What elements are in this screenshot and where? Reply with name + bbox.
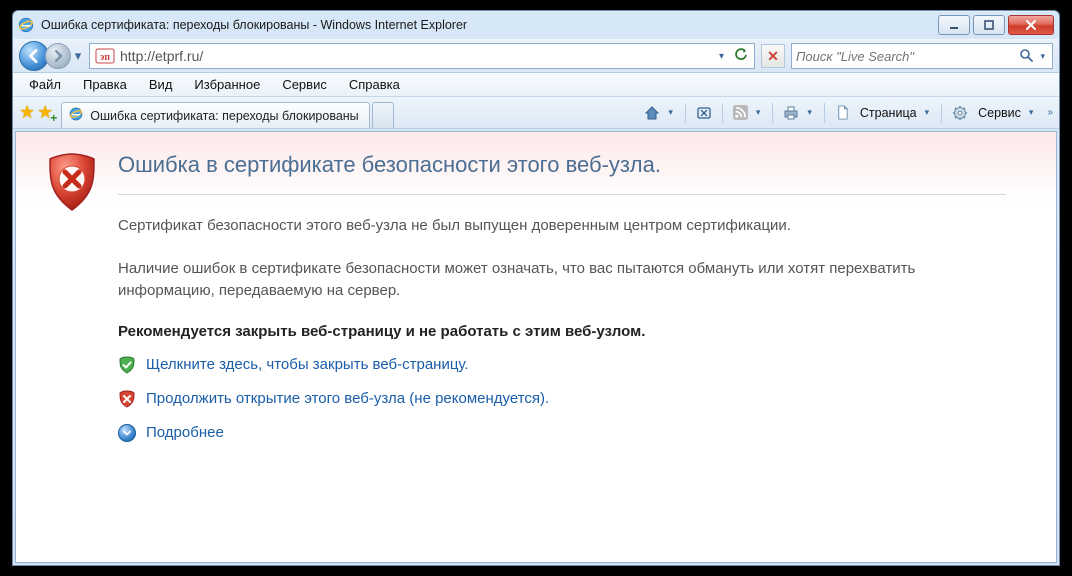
stop-button[interactable]: ✕ [761,44,785,68]
content-area: Ошибка в сертификате безопасности этого … [15,131,1057,563]
ie-logo-icon [17,16,35,34]
cert-line-2: Наличие ошибок в сертификате безопасност… [118,258,1006,303]
address-input[interactable] [120,48,711,64]
favorites-star-icon[interactable]: ★ [19,102,35,123]
close-page-link[interactable]: Щелкните здесь, чтобы закрыть веб-страни… [146,356,469,373]
home-dropdown[interactable]: ▾ [668,107,673,118]
gear-icon[interactable] [950,105,970,121]
menu-file[interactable]: Файл [19,75,71,94]
cert-heading: Ошибка в сертификате безопасности этого … [118,148,1006,178]
divider [118,194,1006,195]
address-bar[interactable]: эп ▾ [89,43,755,69]
print-dropdown[interactable]: ▾ [807,107,812,118]
history-dropdown[interactable]: ▾ [71,48,85,64]
separator [941,103,942,123]
expand-icon[interactable] [118,424,136,442]
site-badge-icon: эп [94,47,116,65]
new-tab-button[interactable] [372,102,394,128]
page-dropdown[interactable]: ▾ [925,107,930,118]
navigation-bar: ▾ эп ▾ ✕ ▾ [13,39,1059,73]
close-button[interactable] [1008,15,1054,35]
red-shield-icon [118,390,136,408]
more-info-link[interactable]: Подробнее [146,424,224,441]
feeds-icon[interactable] [731,105,750,120]
inprivate-icon[interactable] [694,105,714,121]
window-controls [938,15,1054,35]
service-button-label[interactable]: Сервис [976,106,1023,120]
print-icon[interactable] [781,105,801,121]
tab-title: Ошибка сертификата: переходы блокированы [90,109,358,123]
separator [772,103,773,123]
titlebar: Ошибка сертификата: переходы блокированы… [13,11,1059,39]
home-icon[interactable] [642,105,662,121]
separator [722,103,723,123]
separator [824,103,825,123]
overflow-chevron-icon[interactable]: » [1047,107,1053,118]
close-page-row: Щелкните здесь, чтобы закрыть веб-страни… [118,356,1006,374]
feeds-dropdown[interactable]: ▾ [756,107,761,118]
svg-text:эп: эп [100,52,110,63]
green-shield-icon [118,356,136,374]
tab-active[interactable]: Ошибка сертификата: переходы блокированы [61,102,369,128]
menu-help[interactable]: Справка [339,75,410,94]
forward-button[interactable] [45,43,71,69]
search-icon[interactable] [1015,48,1037,65]
service-dropdown[interactable]: ▾ [1029,107,1034,118]
page-icon[interactable] [833,105,852,120]
menu-bar: Файл Правка Вид Избранное Сервис Справка [13,73,1059,97]
add-favorite-icon[interactable]: ★ [37,102,53,123]
command-buttons: ▾ ▾ ▾ Страница ▾ Сервис ▾ [642,103,1053,123]
continue-row: Продолжить открытие этого веб-узла (не р… [118,390,1006,408]
minimize-button[interactable] [938,15,970,35]
separator [685,103,686,123]
search-input[interactable] [796,49,1015,64]
search-dropdown[interactable]: ▾ [1037,51,1048,62]
tabs: Ошибка сертификата: переходы блокированы [61,97,393,128]
certificate-error-page: Ошибка в сертификате безопасности этого … [16,132,1056,562]
cert-line-1: Сертификат безопасности этого веб-узла н… [118,215,1006,238]
continue-link[interactable]: Продолжить открытие этого веб-узла (не р… [146,390,549,407]
address-dropdown[interactable]: ▾ [715,51,728,62]
search-box[interactable]: ▾ [791,43,1053,69]
page-button-label[interactable]: Страница [858,106,919,120]
more-info-row: Подробнее [118,424,1006,442]
error-shield-icon [44,150,100,217]
cert-recommend: Рекомендуется закрыть веб-страницу и не … [118,323,1006,340]
refresh-button[interactable] [732,48,750,65]
menu-edit[interactable]: Правка [73,75,137,94]
browser-window: Ошибка сертификата: переходы блокированы… [12,10,1060,566]
ie-tab-icon [68,106,84,125]
nav-arrows: ▾ [19,41,85,71]
maximize-button[interactable] [973,15,1005,35]
menu-favorites[interactable]: Избранное [184,75,270,94]
menu-tools[interactable]: Сервис [272,75,337,94]
menu-view[interactable]: Вид [139,75,183,94]
command-bar: ★ ★ Ошибка сертификата: переходы блокиро… [13,97,1059,129]
window-title: Ошибка сертификата: переходы блокированы… [41,18,932,32]
